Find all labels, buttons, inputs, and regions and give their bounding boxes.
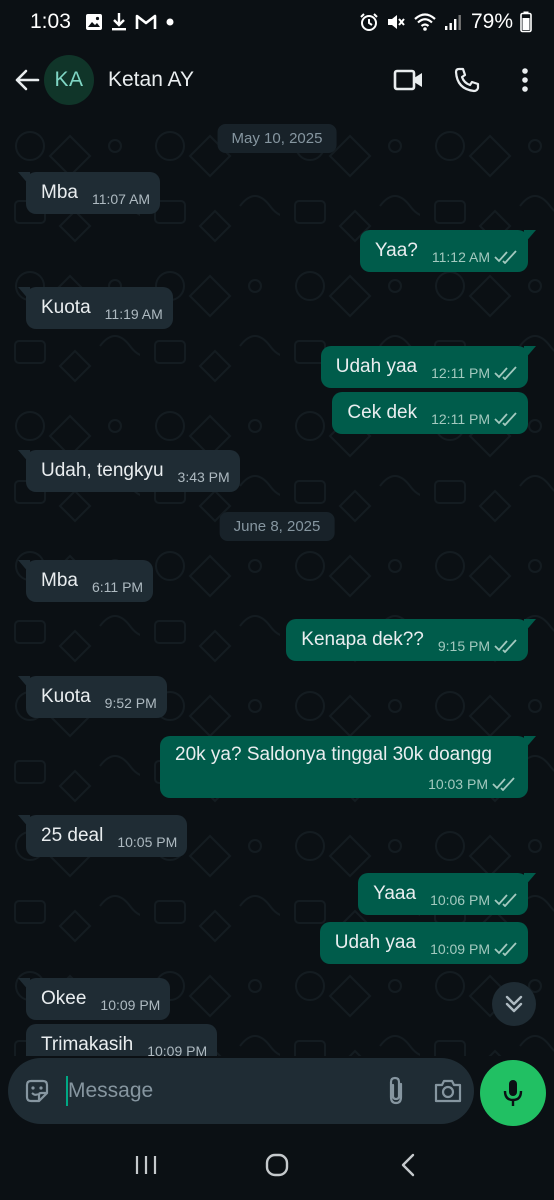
read-receipt-icon	[494, 942, 517, 956]
message-text: Kuota	[41, 686, 91, 707]
avatar[interactable]: KA	[44, 55, 94, 105]
video-call-icon	[393, 69, 422, 91]
message-composer	[8, 1058, 474, 1124]
message-text: Kuota	[41, 297, 91, 318]
message-time: 10:05 PM	[117, 834, 178, 850]
outgoing-message[interactable]: 20k ya? Saldonya tinggal 30k doangg 10:0…	[160, 736, 536, 798]
read-receipt-icon	[494, 366, 517, 380]
read-receipt-icon	[494, 250, 517, 264]
alarm-icon	[359, 12, 379, 32]
outgoing-message[interactable]: Udah yaa 12:11 PM	[320, 346, 536, 388]
video-call-button[interactable]	[380, 50, 438, 110]
gmail-icon	[135, 13, 157, 31]
message-text: Udah yaa	[334, 932, 417, 953]
chat-header: KA Ketan AY	[0, 44, 554, 116]
battery-percent: 79%	[470, 10, 513, 33]
date-separator: June 8, 2025	[219, 512, 335, 541]
message-time: 9:15 PM	[437, 638, 490, 654]
outgoing-message[interactable]: Kenapa dek?? 9:15 PM	[286, 619, 536, 661]
home-button[interactable]	[247, 1140, 307, 1190]
message-text: 20k ya? Saldonya tinggal 30k doangg	[175, 744, 492, 765]
incoming-message[interactable]: Kuota 9:52 PM	[18, 676, 167, 718]
recent-apps-icon	[135, 1156, 156, 1174]
back-nav-button[interactable]	[378, 1140, 438, 1190]
incoming-message[interactable]: Mba 6:11 PM	[18, 560, 154, 602]
back-chevron-icon	[402, 1153, 415, 1177]
scroll-to-bottom-button[interactable]	[492, 982, 536, 1026]
incoming-message[interactable]: Mba 11:07 AM	[18, 172, 161, 214]
incoming-message[interactable]: 25 deal 10:05 PM	[18, 815, 188, 857]
chat-area[interactable]: May 10, 2025 Mba 11:07 AM Yaa? 11:12 AM …	[0, 116, 554, 1056]
paperclip-icon	[389, 1076, 403, 1105]
message-input[interactable]	[66, 1076, 370, 1106]
home-icon	[265, 1153, 289, 1177]
read-receipt-icon	[494, 412, 517, 426]
outgoing-message[interactable]: Udah yaa 10:09 PM	[319, 922, 528, 964]
incoming-message[interactable]: Udah, tengkyu 3:43 PM	[18, 450, 240, 492]
read-receipt-icon	[492, 777, 515, 791]
message-text: 25 deal	[41, 825, 104, 846]
message-time: 11:07 AM	[91, 191, 151, 207]
outgoing-message[interactable]: Yaaa 10:06 PM	[358, 873, 536, 915]
read-receipt-icon	[494, 639, 517, 653]
recent-apps-button[interactable]	[116, 1140, 176, 1190]
message-time: 10:09 PM	[147, 1043, 208, 1056]
status-time: 1:03	[30, 10, 71, 33]
camera-button[interactable]	[422, 1058, 474, 1124]
message-text: Udah yaa	[335, 356, 418, 377]
message-text: Mba	[41, 570, 78, 591]
message-time: 10:09 PM	[100, 997, 161, 1013]
message-time: 3:43 PM	[177, 469, 230, 485]
message-time: 11:12 AM	[431, 249, 490, 265]
more-options-button[interactable]	[496, 50, 554, 110]
read-receipt-icon	[494, 893, 517, 907]
sticker-button[interactable]	[8, 1058, 66, 1124]
message-text: Yaa?	[374, 240, 418, 261]
status-bar: 1:03 79%	[0, 0, 554, 44]
message-text: Udah, tengkyu	[41, 460, 164, 481]
message-text: Yaaa	[373, 883, 417, 904]
message-text: Kenapa dek??	[301, 629, 424, 650]
dot-icon	[165, 17, 175, 27]
message-text: Mba	[41, 182, 78, 203]
arrow-left-icon	[15, 69, 40, 91]
message-text: Cek dek	[347, 402, 418, 423]
gallery-icon	[85, 13, 103, 31]
incoming-message[interactable]: Okee 10:09 PM	[18, 978, 171, 1020]
more-options-icon	[522, 68, 528, 92]
message-time: 12:11 PM	[431, 411, 490, 427]
voice-message-button[interactable]	[480, 1060, 546, 1126]
message-text: Okee	[41, 988, 87, 1009]
download-icon	[111, 12, 127, 32]
battery-icon	[520, 11, 532, 33]
attach-button[interactable]	[370, 1058, 422, 1124]
incoming-message[interactable]: Kuota 11:19 AM	[18, 287, 173, 329]
incoming-message[interactable]: Trimakasih 10:09 PM	[26, 1024, 218, 1056]
message-time: 12:11 PM	[431, 365, 490, 381]
date-separator: May 10, 2025	[217, 124, 337, 153]
message-time: 10:09 PM	[430, 941, 490, 957]
voice-call-button[interactable]	[438, 50, 496, 110]
microphone-icon	[503, 1080, 523, 1106]
signal-icon	[444, 13, 462, 31]
mute-icon	[386, 12, 406, 32]
contact-name[interactable]: Ketan AY	[108, 68, 380, 92]
outgoing-message[interactable]: Yaa? 11:12 AM	[359, 230, 536, 272]
message-time: 10:03 PM	[428, 776, 488, 792]
message-text: Trimakasih	[41, 1034, 134, 1055]
double-chevron-down-icon	[505, 995, 523, 1013]
system-nav-bar	[0, 1130, 554, 1200]
camera-icon	[434, 1079, 462, 1103]
message-time: 10:06 PM	[430, 892, 490, 908]
message-time: 11:19 AM	[104, 306, 163, 322]
wifi-icon	[413, 12, 437, 32]
sticker-icon	[25, 1079, 49, 1103]
outgoing-message[interactable]: Cek dek 12:11 PM	[332, 392, 528, 434]
voice-call-icon	[454, 67, 480, 93]
message-time: 6:11 PM	[91, 579, 144, 595]
composer-bar	[0, 1056, 554, 1130]
message-time: 9:52 PM	[104, 695, 157, 711]
